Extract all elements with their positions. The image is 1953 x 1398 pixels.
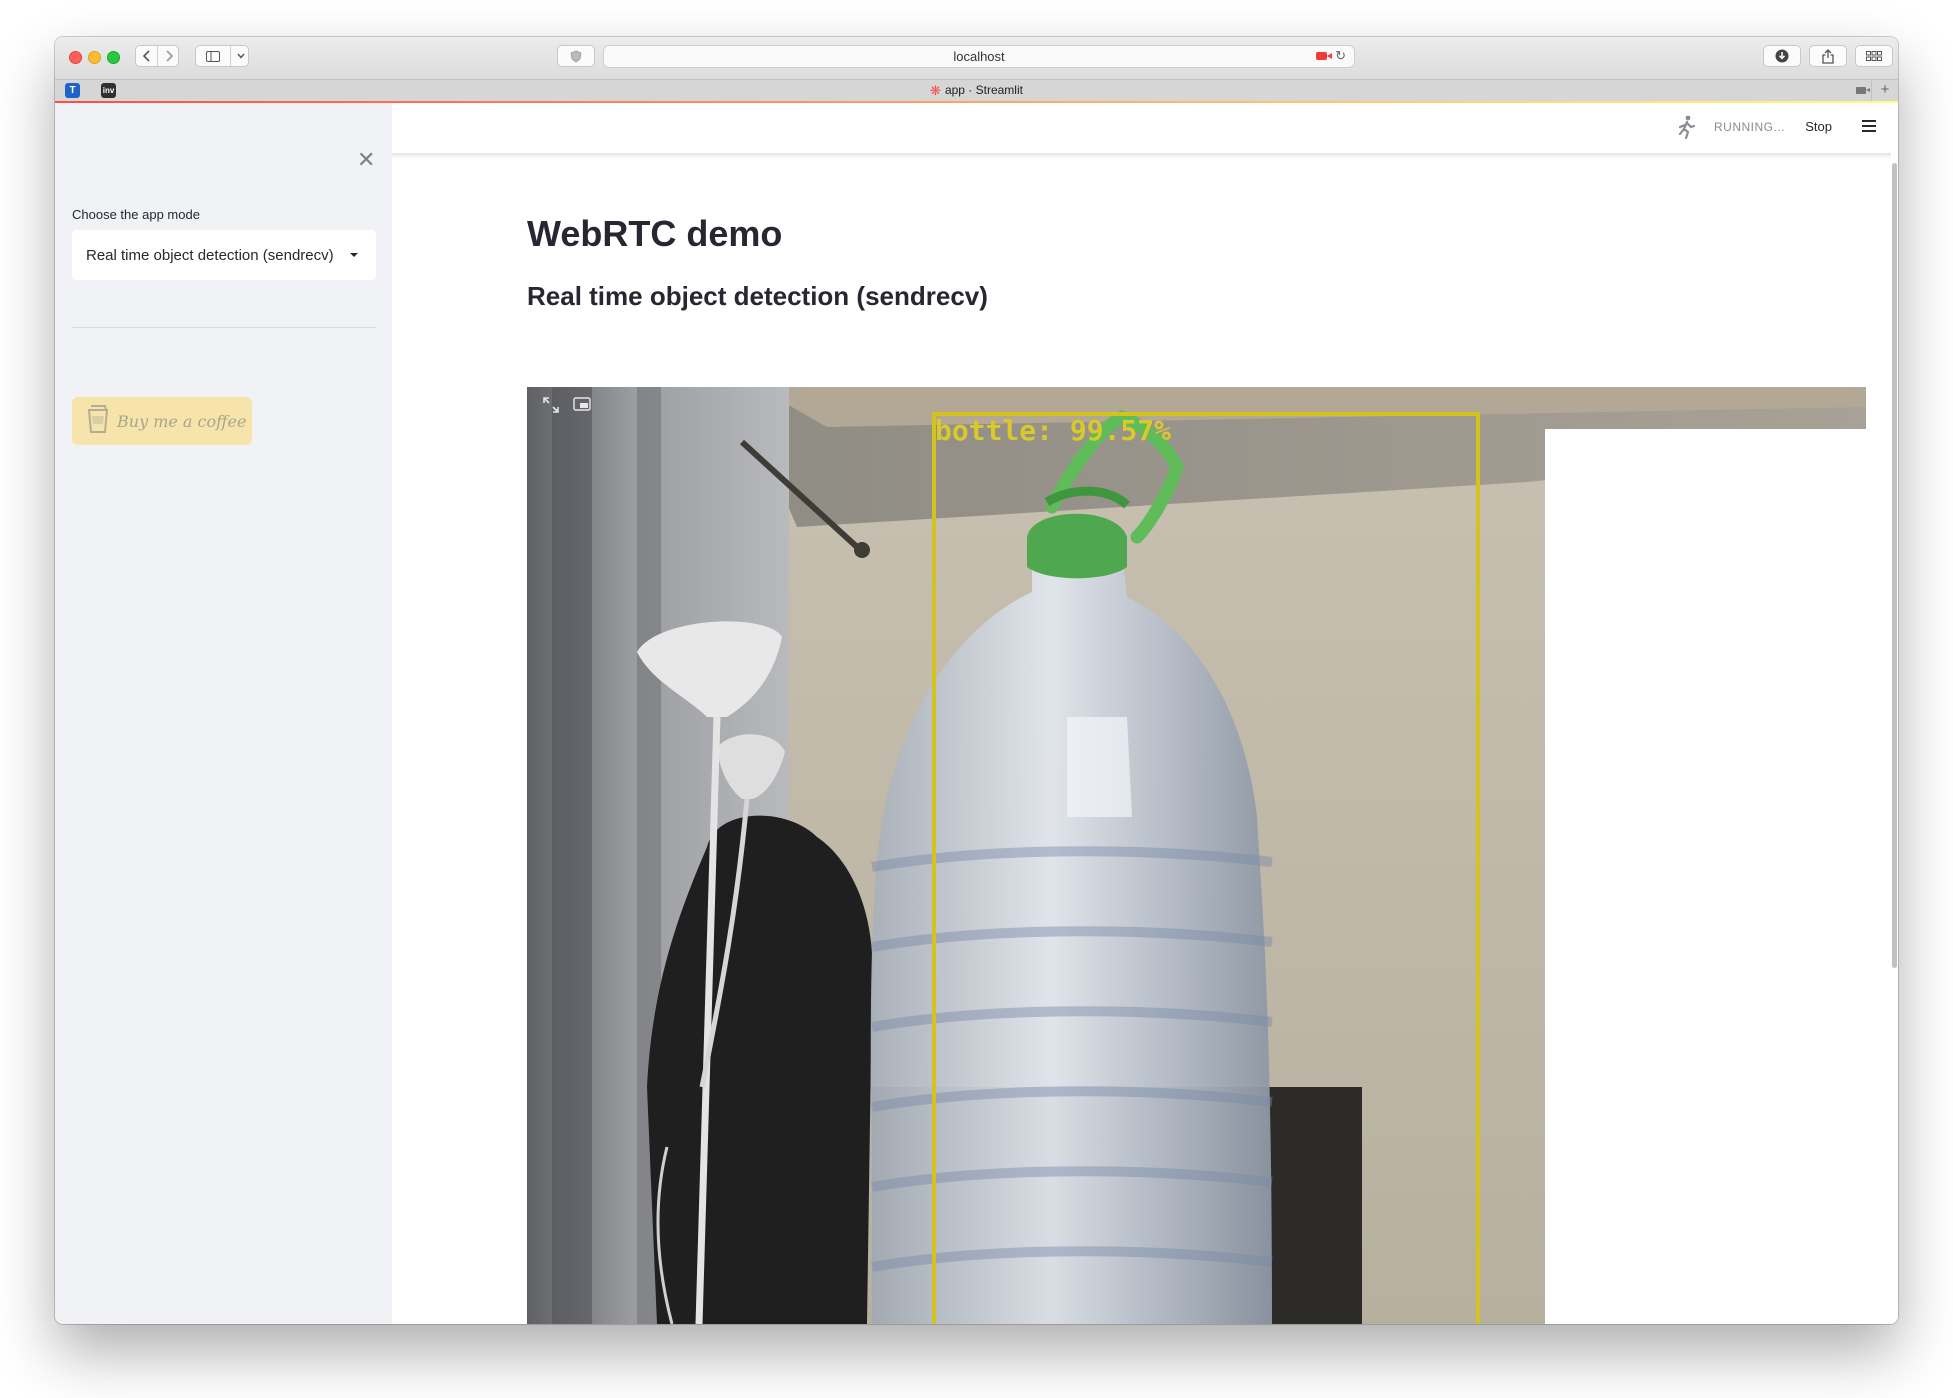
- coffee-label: Buy me a coffee: [117, 411, 247, 431]
- page-title: WebRTC demo: [527, 213, 783, 254]
- forward-icon[interactable]: [157, 46, 179, 66]
- app-mode-label: Choose the app mode: [72, 207, 200, 222]
- sidebar: ✕ Choose the app mode Real time object d…: [55, 103, 392, 1324]
- browser-toolbar: localhost ↻: [55, 37, 1898, 79]
- address-bar[interactable]: localhost ↻: [603, 45, 1355, 68]
- browser-window: localhost ↻ T inv ❋ app · Streamlit + ✕ C…: [55, 37, 1898, 1324]
- menu-icon[interactable]: [1862, 120, 1876, 135]
- sidebar-toggle: [195, 45, 249, 67]
- coffee-cup-icon: [87, 404, 109, 438]
- download-icon[interactable]: [1763, 45, 1801, 67]
- running-icon: [1676, 115, 1696, 144]
- tab-bar: T inv ❋ app · Streamlit +: [55, 79, 1898, 101]
- minimize-window-button[interactable]: [88, 51, 101, 64]
- zoom-window-button[interactable]: [107, 51, 120, 64]
- caret-down-icon: [350, 253, 358, 257]
- streamlit-logo-icon: ❋: [930, 83, 941, 98]
- camera-icon[interactable]: [1316, 52, 1332, 60]
- reload-icon[interactable]: ↻: [1335, 48, 1346, 64]
- detection-box: [932, 412, 1480, 1324]
- scrollbar-thumb[interactable]: [1892, 163, 1897, 968]
- close-icon[interactable]: ✕: [357, 149, 375, 171]
- new-tab-button[interactable]: +: [1871, 80, 1898, 101]
- detection-label: bottle: 99.57%: [935, 414, 1172, 447]
- tabs-icon[interactable]: [1855, 45, 1893, 67]
- app-mode-value: Real time object detection (sendrecv): [86, 246, 334, 264]
- app-mode-select[interactable]: Real time object detection (sendrecv): [72, 230, 376, 280]
- sidebar-divider: [72, 327, 376, 328]
- back-icon[interactable]: [136, 46, 157, 66]
- chevron-down-icon[interactable]: [230, 46, 251, 66]
- running-status: RUNNING...: [1714, 120, 1785, 134]
- main-area: RUNNING... Stop WebRTC demo Real time ob…: [392, 103, 1898, 1324]
- page-subtitle: Real time object detection (sendrecv): [527, 281, 988, 311]
- tab-camera-icon: [1856, 87, 1870, 94]
- fullscreen-icon[interactable]: [543, 397, 559, 417]
- tab-title: app · Streamlit: [944, 83, 1023, 97]
- history-nav: [135, 45, 179, 67]
- video-stream[interactable]: bottle: 99.57%: [527, 387, 1866, 1324]
- shield-icon[interactable]: [557, 45, 595, 67]
- header-shadow: [392, 153, 1898, 159]
- app-header: RUNNING... Stop: [392, 103, 1898, 153]
- active-tab[interactable]: ❋ app · Streamlit: [55, 80, 1898, 101]
- sidebar-icon[interactable]: [196, 46, 230, 66]
- url-text: localhost: [953, 49, 1005, 64]
- stop-button[interactable]: Stop: [1805, 119, 1832, 134]
- video-controls: [543, 397, 591, 417]
- share-icon[interactable]: [1809, 45, 1847, 67]
- picture-in-picture-icon[interactable]: [573, 397, 591, 417]
- close-window-button[interactable]: [69, 51, 82, 64]
- video-overlay-blank: [1545, 429, 1866, 1324]
- buy-me-a-coffee-button[interactable]: Buy me a coffee: [72, 397, 252, 445]
